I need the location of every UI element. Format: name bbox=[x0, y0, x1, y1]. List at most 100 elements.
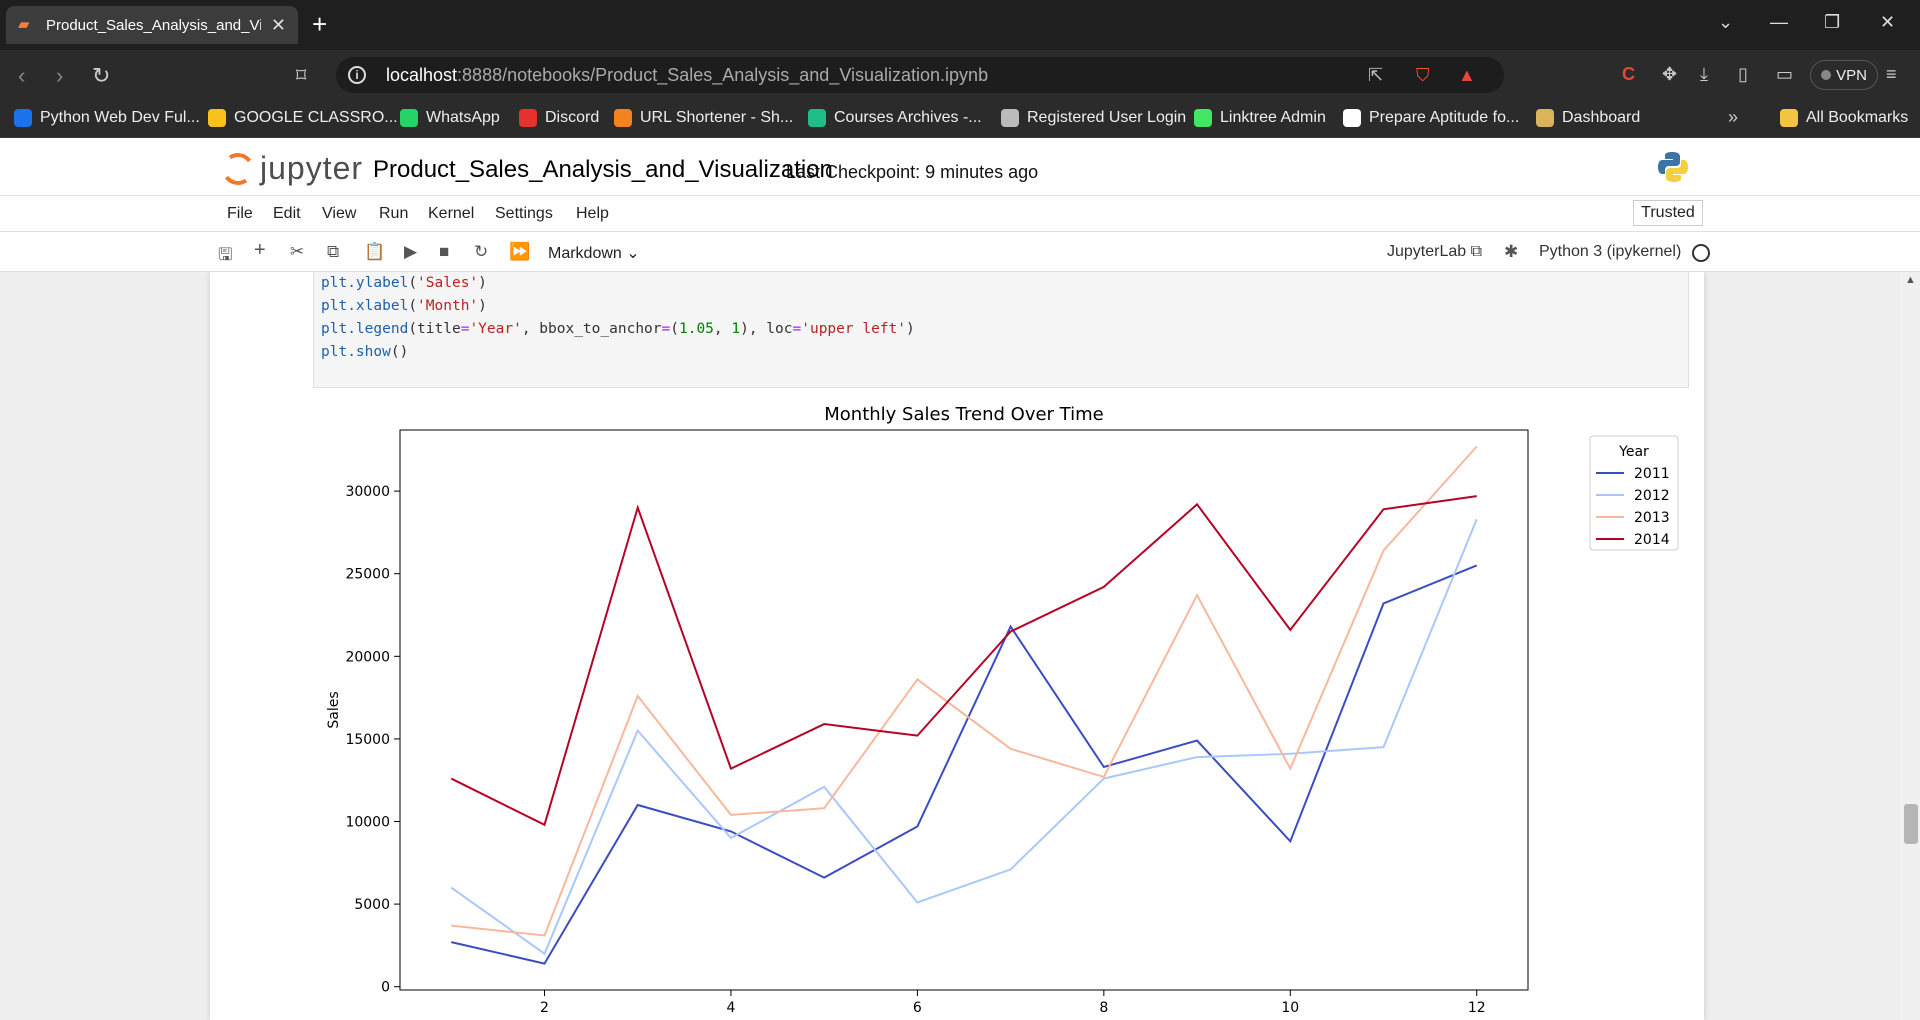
stop-icon[interactable]: ■ bbox=[439, 242, 449, 262]
menu-settings[interactable]: Settings bbox=[495, 205, 553, 223]
close-window-icon[interactable]: ✕ bbox=[1880, 12, 1895, 33]
bookmark-label: Linktree Admin bbox=[1220, 109, 1326, 126]
cell-type-dropdown[interactable]: Markdown ⌄ bbox=[548, 243, 640, 263]
cell-type-label: Markdown bbox=[548, 245, 622, 262]
whatsapp-icon bbox=[400, 109, 418, 127]
browser-tab-bar: ▰ Product_Sales_Analysis_and_Vis ✕ + ⌄ —… bbox=[0, 0, 1920, 50]
sidebar-icon[interactable]: ▯ bbox=[1738, 64, 1748, 85]
bookmark-item[interactable]: Python Web Dev Ful... bbox=[14, 109, 200, 127]
bookmark-item[interactable]: Dashboard bbox=[1536, 109, 1640, 127]
brave-shields-icon[interactable]: ⛉ bbox=[1416, 65, 1430, 86]
cut-icon[interactable]: ✂ bbox=[290, 242, 304, 262]
reload-icon[interactable]: ↻ bbox=[92, 63, 110, 89]
restore-icon[interactable]: ❐ bbox=[1824, 12, 1840, 33]
more-bookmarks-icon[interactable]: » bbox=[1728, 107, 1738, 128]
bookmark-item[interactable]: URL Shortener - Sh... bbox=[614, 109, 793, 127]
bookmark-item[interactable]: Courses Archives -... bbox=[808, 109, 982, 127]
x-tick-label: 12 bbox=[1468, 1000, 1486, 1016]
restart-run-all-icon[interactable]: ⏩ bbox=[509, 242, 530, 262]
x-tick-label: 6 bbox=[913, 1000, 922, 1016]
link-icon bbox=[614, 109, 632, 127]
close-tab-icon[interactable]: ✕ bbox=[271, 15, 286, 36]
x-tick-label: 2 bbox=[540, 1000, 549, 1016]
wallet-icon[interactable]: ▭ bbox=[1776, 64, 1793, 85]
new-tab-icon[interactable]: + bbox=[312, 11, 327, 37]
forward-icon[interactable]: › bbox=[56, 63, 63, 89]
menu-icon[interactable]: ≡ bbox=[1886, 64, 1897, 85]
scroll-up-icon[interactable]: ▲ bbox=[1905, 274, 1916, 286]
legend-label-2014: 2014 bbox=[1634, 532, 1670, 548]
menu-help[interactable]: Help bbox=[576, 205, 609, 223]
last-checkpoint: Last Checkpoint: 9 minutes ago bbox=[786, 162, 1039, 182]
copy-icon[interactable]: ⧉ bbox=[327, 242, 339, 262]
notebook-favicon-icon: ▰ bbox=[18, 16, 30, 33]
tab-title: Product_Sales_Analysis_and_Vis bbox=[46, 16, 261, 34]
menu-run[interactable]: Run bbox=[379, 205, 408, 223]
site-info-icon[interactable]: i bbox=[348, 66, 366, 84]
all-bookmarks-folder[interactable]: All Bookmarks bbox=[1780, 109, 1908, 127]
menu-edit[interactable]: Edit bbox=[273, 205, 301, 223]
external-link-icon: ⧉ bbox=[1470, 243, 1483, 260]
code-icon bbox=[14, 109, 32, 127]
y-tick-label: 10000 bbox=[345, 815, 390, 831]
notebook-title[interactable]: Product_Sales_Analysis_and_Visualization bbox=[373, 156, 833, 184]
scrollbar[interactable]: ▲ bbox=[1900, 272, 1920, 1020]
save-icon[interactable]: 🖫 bbox=[218, 242, 232, 271]
bookmark-page-icon[interactable]: ⌑ bbox=[296, 63, 306, 88]
insert-cell-icon[interactable]: + bbox=[254, 239, 266, 262]
share-icon[interactable]: ⇱ bbox=[1368, 65, 1383, 86]
y-tick-label: 25000 bbox=[345, 567, 390, 583]
y-tick-label: 0 bbox=[381, 980, 390, 996]
trusted-indicator[interactable]: Trusted bbox=[1633, 200, 1703, 226]
bookmark-item[interactable]: GOOGLE CLASSRO... bbox=[208, 109, 398, 127]
jupyter-logo[interactable]: jupyter bbox=[219, 149, 363, 188]
bookmark-label: Dashboard bbox=[1562, 109, 1641, 126]
url-text[interactable]: localhost:8888/notebooks/Product_Sales_A… bbox=[386, 65, 988, 86]
tab-search-icon[interactable]: ⌄ bbox=[1718, 12, 1733, 33]
bookmark-label: Registered User Login bbox=[1027, 109, 1187, 126]
bookmark-item[interactable]: Discord bbox=[519, 109, 599, 127]
menu-file[interactable]: File bbox=[227, 205, 253, 223]
extension-c-icon[interactable]: C bbox=[1622, 64, 1635, 85]
minimize-icon[interactable]: — bbox=[1770, 12, 1788, 33]
classroom-icon bbox=[208, 109, 226, 127]
notebook-sheet: plt.ylabel('Sales') plt.xlabel('Month') … bbox=[210, 272, 1704, 1020]
vpn-label: VPN bbox=[1836, 66, 1867, 84]
dashboard-icon bbox=[1536, 109, 1554, 127]
x-tick-label: 8 bbox=[1099, 1000, 1108, 1016]
legend-title: Year bbox=[1618, 444, 1649, 460]
vpn-button[interactable]: VPN bbox=[1810, 60, 1878, 90]
bookmark-item[interactable]: Linktree Admin bbox=[1194, 109, 1326, 127]
bookmark-item[interactable]: Registered User Login bbox=[1001, 109, 1186, 127]
scrollbar-thumb[interactable] bbox=[1904, 804, 1918, 844]
y-tick-label: 20000 bbox=[345, 649, 390, 665]
y-axis-label: Sales bbox=[326, 691, 342, 728]
linktree-icon bbox=[1194, 109, 1212, 127]
url-bar[interactable]: i localhost:8888/notebooks/Product_Sales… bbox=[336, 57, 1504, 93]
open-jupyterlab-link[interactable]: JupyterLab ⧉ bbox=[1387, 243, 1482, 261]
download-icon[interactable]: ⤓ bbox=[1700, 64, 1708, 85]
jupyter-logo-icon bbox=[219, 149, 257, 188]
globe-icon bbox=[1001, 109, 1019, 127]
restart-icon[interactable]: ↻ bbox=[474, 242, 488, 262]
courses-icon bbox=[808, 109, 826, 127]
debugger-icon[interactable]: ✱ bbox=[1504, 242, 1518, 262]
bookmark-label: GOOGLE CLASSRO... bbox=[234, 109, 398, 126]
run-icon[interactable]: ▶ bbox=[404, 242, 417, 262]
jupyterlab-label: JupyterLab bbox=[1387, 243, 1467, 260]
x-tick-label: 10 bbox=[1281, 1000, 1299, 1016]
back-icon[interactable]: ‹ bbox=[18, 63, 25, 89]
extensions-icon[interactable]: ✥ bbox=[1662, 64, 1677, 85]
kernel-name[interactable]: Python 3 (ipykernel) bbox=[1539, 243, 1681, 261]
notebook-toolbar: 🖫 + ✂ ⧉ 📋 ▶ ■ ↻ ⏩ Markdown ⌄ JupyterLab … bbox=[0, 232, 1920, 272]
paste-icon[interactable]: 📋 bbox=[364, 242, 385, 262]
browser-tab[interactable]: ▰ Product_Sales_Analysis_and_Vis ✕ bbox=[6, 6, 298, 44]
vpn-status-icon bbox=[1821, 70, 1832, 80]
menu-kernel[interactable]: Kernel bbox=[428, 205, 474, 223]
bookmark-item[interactable]: Prepare Aptitude fo... bbox=[1343, 109, 1519, 127]
menu-view[interactable]: View bbox=[322, 205, 356, 223]
brave-rewards-icon[interactable]: ▲ bbox=[1458, 65, 1476, 86]
bookmark-item[interactable]: WhatsApp bbox=[400, 109, 500, 127]
notebook-panel: plt.ylabel('Sales') plt.xlabel('Month') … bbox=[0, 272, 1920, 1020]
address-bar-row: ‹ › ↻ ⌑ i localhost:8888/notebooks/Produ… bbox=[0, 50, 1920, 100]
